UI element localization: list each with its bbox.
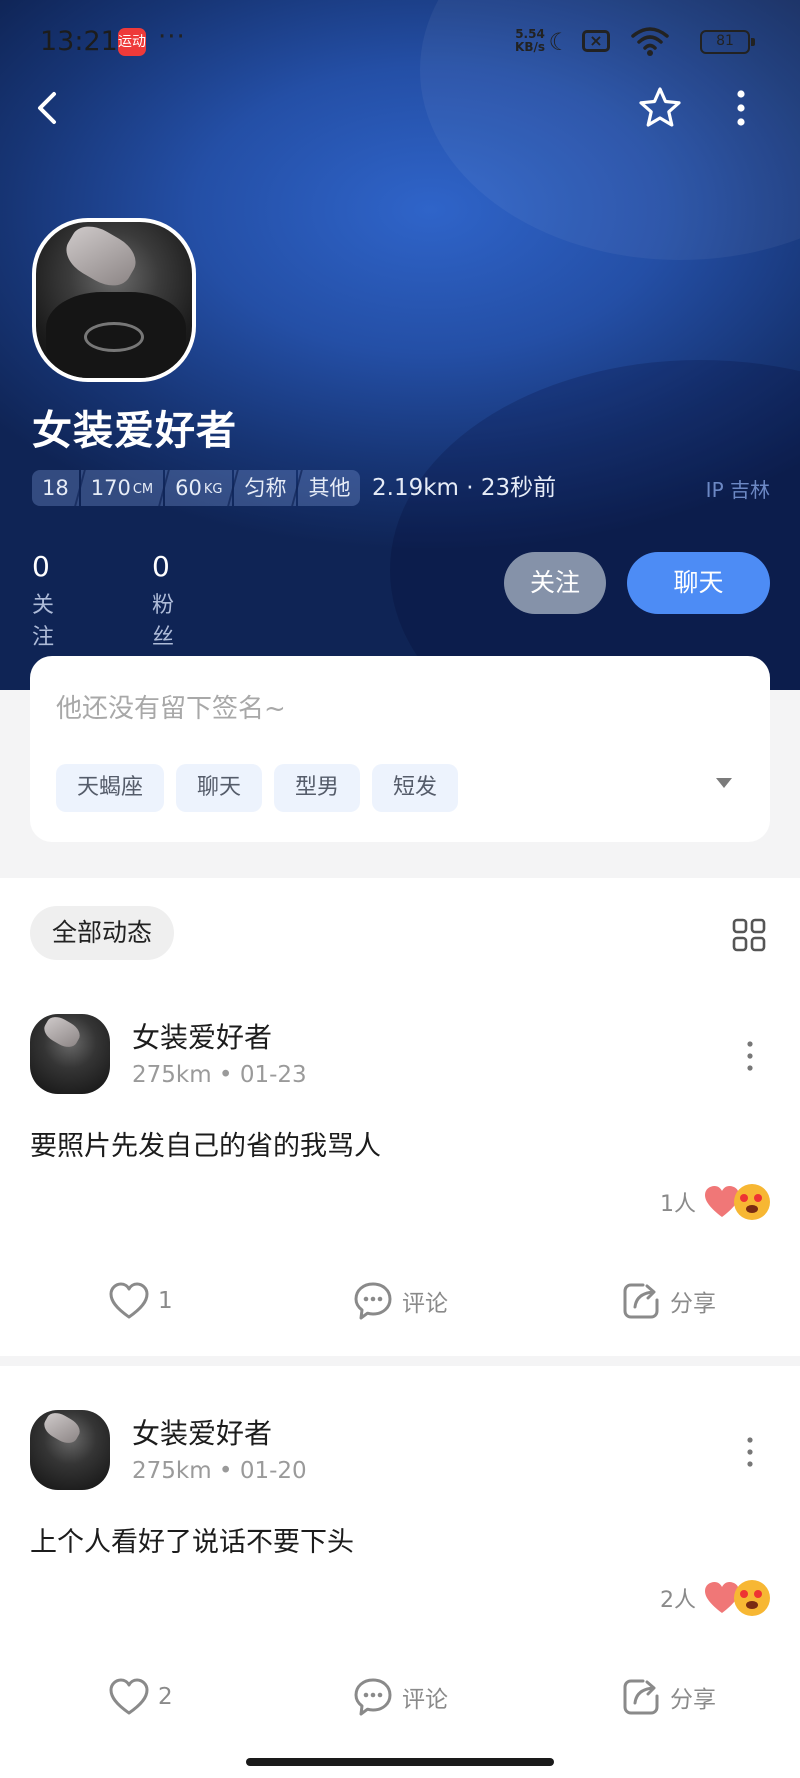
reaction-count: 1人 — [660, 1192, 696, 1217]
post-actions: 2 评论 分享 — [0, 1672, 800, 1722]
wifi-icon — [631, 27, 669, 56]
comment-icon — [354, 1678, 392, 1716]
post-more-icon[interactable] — [742, 1036, 758, 1076]
tag-chip[interactable]: 天蝎座 — [56, 764, 165, 812]
signature-text: 他还没有留下签名~ — [56, 694, 286, 724]
profile-nickname: 女装爱好者 — [32, 408, 237, 454]
profile-avatar[interactable] — [32, 218, 196, 382]
like-icon — [109, 1282, 149, 1319]
distance-last-active: 2.19km · 23秒前 — [372, 475, 557, 501]
interest-tags: 天蝎座 聊天 型男 短发 — [56, 764, 459, 812]
star-icon[interactable] — [636, 84, 684, 132]
post-meta: 275km • 01-23 — [132, 1062, 307, 1088]
feed-section: 全部动态 女装爱好者 275km • 01-23 要照片先发自己的省的我骂人 1… — [0, 878, 800, 1356]
status-time: 13:21 — [40, 26, 118, 57]
post-text: 上个人看好了说话不要下头 — [30, 1527, 354, 1558]
post-actions: 1 评论 分享 — [0, 1276, 800, 1326]
network-speed: 5.54 KB/s — [515, 27, 545, 54]
post-author-avatar[interactable] — [30, 1014, 110, 1094]
comment-label: 评论 — [402, 1687, 448, 1713]
tag-chip[interactable]: 短发 — [372, 764, 459, 812]
post-more-icon[interactable] — [742, 1432, 758, 1472]
header-decoration — [390, 360, 800, 690]
comment-label: 评论 — [402, 1291, 448, 1317]
share-button[interactable]: 分享 — [620, 1672, 716, 1722]
stat-body-type: 匀称 — [234, 470, 297, 506]
ip-location: IP 吉林 — [705, 478, 770, 502]
signature-card: 他还没有留下签名~ 天蝎座 聊天 型男 短发 — [30, 656, 770, 842]
home-indicator[interactable] — [246, 1758, 554, 1766]
follow-button[interactable]: 关注 — [504, 552, 606, 614]
more-options-icon[interactable] — [726, 86, 756, 130]
tag-chip[interactable]: 聊天 — [176, 764, 263, 812]
stat-age: 18 — [32, 470, 79, 506]
heart-eyes-emoji-icon — [734, 1184, 770, 1220]
like-count: 2 — [158, 1684, 173, 1710]
grid-view-icon[interactable] — [732, 918, 766, 952]
comment-button[interactable]: 评论 — [352, 1276, 448, 1326]
followers-count[interactable]: 0 粉丝 — [152, 550, 174, 651]
status-bar: 13:21 运动 ··· 5.54 KB/s ☾ × 81 — [40, 22, 760, 62]
post-reactions[interactable]: 2人 — [660, 1578, 770, 1618]
post-reactions[interactable]: 1人 — [660, 1182, 770, 1222]
share-label: 分享 — [670, 1291, 716, 1317]
share-icon — [623, 1283, 659, 1319]
no-sim-icon: × — [582, 30, 610, 52]
expand-tags-icon[interactable] — [716, 778, 732, 788]
battery-indicator: 81 — [700, 30, 755, 54]
following-count[interactable]: 0 关注 — [32, 550, 54, 651]
comment-icon — [354, 1282, 392, 1320]
like-icon — [109, 1678, 149, 1715]
more-notifications-icon: ··· — [158, 22, 186, 52]
reaction-count: 2人 — [660, 1588, 696, 1613]
stat-height: 170 CM — [80, 470, 164, 506]
share-button[interactable]: 分享 — [620, 1276, 716, 1326]
comment-button[interactable]: 评论 — [352, 1672, 448, 1722]
heart-eyes-emoji-icon — [734, 1580, 770, 1616]
share-label: 分享 — [670, 1687, 716, 1713]
profile-header: 13:21 运动 ··· 5.54 KB/s ☾ × 81 女装爱好者 18 1… — [0, 0, 800, 690]
chat-button[interactable]: 聊天 — [627, 552, 770, 614]
post-author-name[interactable]: 女装爱好者 — [132, 1412, 272, 1452]
like-button[interactable]: 1 — [108, 1276, 173, 1326]
back-icon[interactable] — [26, 86, 70, 130]
profile-stats: 18 170 CM 60 KG 匀称 其他 — [32, 470, 361, 506]
like-button[interactable]: 2 — [108, 1672, 173, 1722]
stat-role: 其他 — [298, 470, 361, 506]
post-meta: 275km • 01-20 — [132, 1458, 307, 1484]
feed-section: 女装爱好者 275km • 01-20 上个人看好了说话不要下头 2人 2 评论… — [0, 1366, 800, 1778]
tab-all-posts[interactable]: 全部动态 — [30, 906, 175, 960]
share-icon — [623, 1679, 659, 1715]
tag-chip[interactable]: 型男 — [274, 764, 361, 812]
post-author-avatar[interactable] — [30, 1410, 110, 1490]
do-not-disturb-icon: ☾ — [548, 28, 570, 56]
post-author-name[interactable]: 女装爱好者 — [132, 1016, 272, 1056]
app-notification-icon: 运动 — [118, 28, 146, 56]
stat-weight: 60 KG — [165, 470, 233, 506]
like-count: 1 — [158, 1288, 173, 1314]
post-text: 要照片先发自己的省的我骂人 — [30, 1131, 381, 1162]
